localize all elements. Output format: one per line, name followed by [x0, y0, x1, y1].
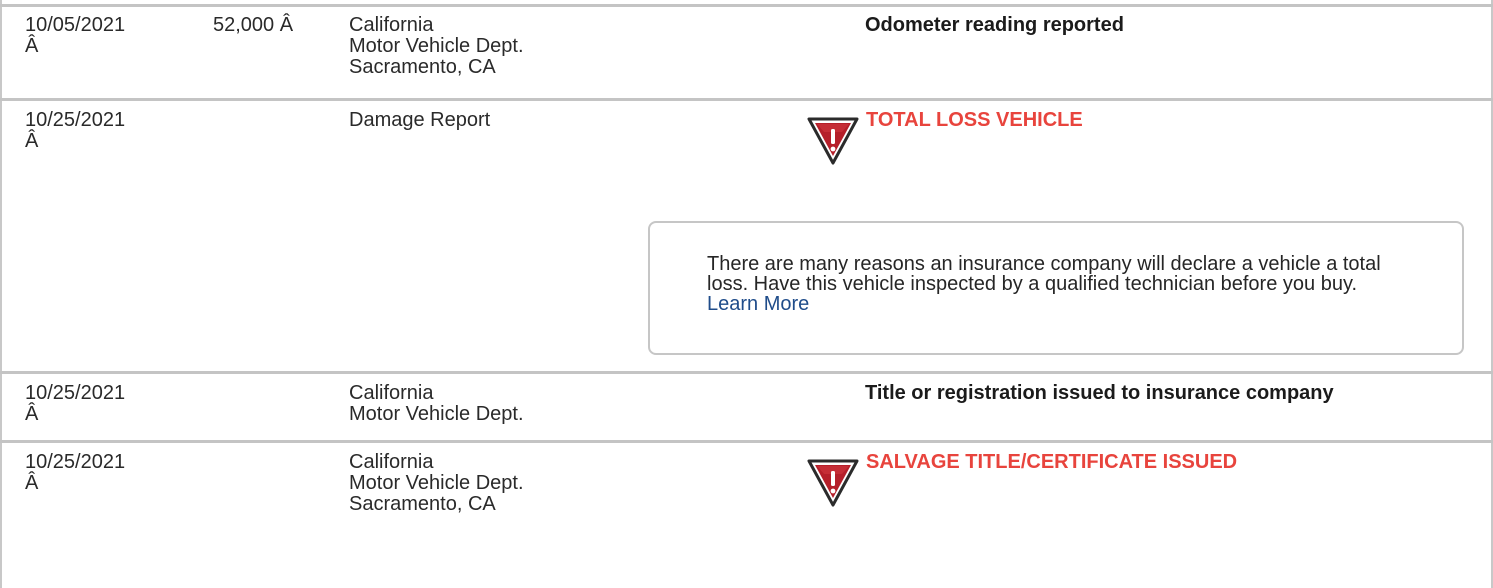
history-row: 10/05/2021 Â 52,000 Â California Motor V… — [0, 0, 1493, 100]
row-comment: Title or registration issued to insuranc… — [865, 382, 1334, 404]
source-line: Motor Vehicle Dept. — [349, 472, 524, 494]
source-line: California — [349, 451, 434, 473]
date-suffix: Â — [25, 35, 39, 57]
warning-shield-icon — [806, 455, 860, 509]
date-value: 10/25/2021 — [25, 109, 126, 131]
date-suffix: Â — [25, 472, 39, 494]
row-comment: Odometer reading reported — [865, 14, 1124, 36]
row-source: California Motor Vehicle Dept. Sacrament… — [349, 452, 524, 515]
row-source: California Motor Vehicle Dept. — [349, 383, 524, 425]
date-value: 10/05/2021 — [25, 14, 126, 36]
source-line: Sacramento, CA — [349, 56, 496, 78]
row-alert: TOTAL LOSS VEHICLE — [866, 109, 1083, 131]
warning-shield-icon — [806, 113, 860, 167]
history-row: 10/25/2021 Â California Motor Vehicle De… — [0, 443, 1493, 588]
note-body: There are many reasons an insurance comp… — [707, 253, 1381, 295]
vehicle-history-table: 10/05/2021 Â 52,000 Â California Motor V… — [0, 0, 1493, 588]
source-line: Motor Vehicle Dept. — [349, 403, 524, 425]
learn-more-link[interactable]: Learn More — [707, 293, 809, 315]
date-value: 10/25/2021 — [25, 451, 126, 473]
date-value: 10/25/2021 — [25, 382, 126, 404]
source-line: California — [349, 14, 434, 36]
row-date: 10/25/2021 Â — [25, 110, 125, 152]
note-text: There are many reasons an insurance comp… — [707, 254, 1407, 314]
source-line: Sacramento, CA — [349, 493, 496, 515]
history-row: 10/25/2021 Â California Motor Vehicle De… — [0, 374, 1493, 441]
row-divider — [0, 4, 1493, 7]
date-suffix: Â — [25, 130, 39, 152]
row-mileage: 52,000 Â — [213, 14, 294, 36]
row-date: 10/05/2021 Â — [25, 15, 125, 57]
source-line: Motor Vehicle Dept. — [349, 35, 524, 57]
source-line: California — [349, 382, 434, 404]
row-source: California Motor Vehicle Dept. Sacrament… — [349, 15, 524, 78]
row-source: Damage Report — [349, 110, 490, 131]
total-loss-note: There are many reasons an insurance comp… — [648, 221, 1464, 355]
row-date: 10/25/2021 Â — [25, 383, 125, 425]
date-suffix: Â — [25, 403, 39, 425]
row-alert: SALVAGE TITLE/CERTIFICATE ISSUED — [866, 451, 1238, 473]
row-date: 10/25/2021 Â — [25, 452, 125, 494]
source-line: Damage Report — [349, 109, 491, 131]
